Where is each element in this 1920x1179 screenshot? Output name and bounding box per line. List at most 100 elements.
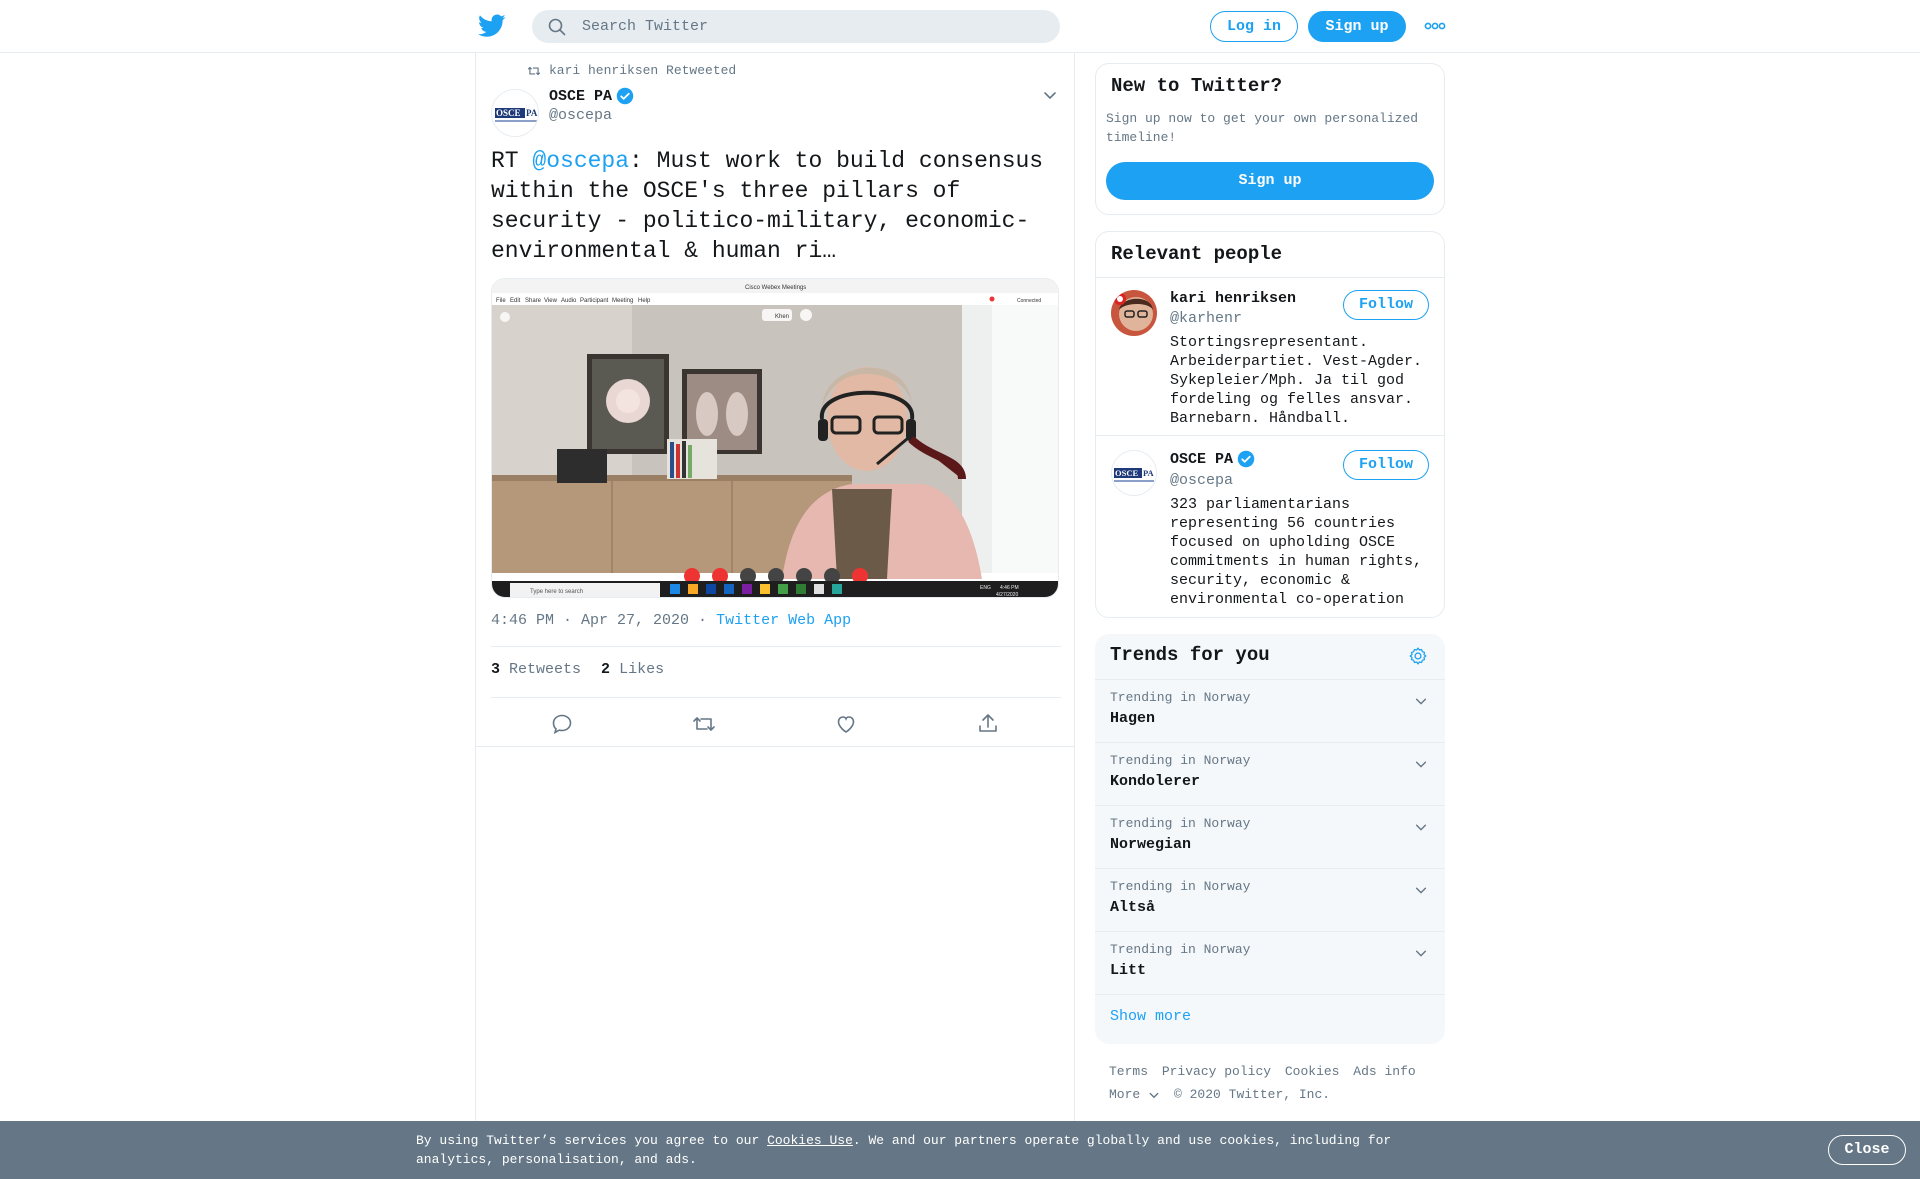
tweet-text: RT @oscepa: Must work to build consensus… bbox=[491, 146, 1061, 266]
trend-name: Norwegian bbox=[1110, 836, 1192, 853]
trend-label: Trending in Norway bbox=[1110, 879, 1251, 894]
person-bio: Stortingsrepresentant. Arbeiderpartiet. … bbox=[1170, 334, 1423, 427]
tweet-stats: 3 Retweets 2 Likes bbox=[491, 661, 664, 678]
chevron-down-icon[interactable] bbox=[1042, 87, 1058, 103]
relevant-people-card: Relevant people kari henriksen @karhenr … bbox=[1095, 231, 1445, 618]
chevron-down-icon[interactable] bbox=[1414, 883, 1428, 897]
likes-stat[interactable]: 2 Likes bbox=[601, 661, 664, 678]
footer-link-cookies[interactable]: Cookies bbox=[1285, 1064, 1340, 1079]
author-name: OSCE PA bbox=[549, 87, 613, 105]
retweets-stat[interactable]: 3 Retweets bbox=[491, 661, 581, 678]
signup-card-button[interactable]: Sign up bbox=[1106, 162, 1434, 200]
new-to-twitter-title: New to Twitter? bbox=[1111, 75, 1283, 97]
verified-icon bbox=[616, 87, 634, 105]
trend-label: Trending in Norway bbox=[1110, 942, 1251, 957]
profile-photo bbox=[1111, 290, 1157, 336]
footer-link-ads-info[interactable]: Ads info bbox=[1353, 1064, 1415, 1079]
follow-button[interactable]: Follow bbox=[1343, 450, 1429, 480]
svg-text:View: View bbox=[544, 298, 558, 304]
trend-name: Altså bbox=[1110, 899, 1156, 916]
webex-menu: File Edit Share View Audio Participant M… bbox=[496, 298, 651, 304]
author-name-row: OSCE PA bbox=[549, 87, 634, 105]
signup-button[interactable]: Sign up bbox=[1308, 11, 1406, 42]
trend-item[interactable]: Trending in Norway Norwegian bbox=[1095, 805, 1445, 868]
twitter-bird-icon[interactable] bbox=[478, 14, 506, 38]
like-icon[interactable] bbox=[834, 712, 858, 736]
share-icon[interactable] bbox=[976, 712, 1000, 736]
more-dots-icon[interactable] bbox=[1424, 20, 1446, 32]
avatar[interactable] bbox=[1111, 290, 1157, 336]
footer-more-label: More bbox=[1109, 1087, 1141, 1102]
retweet-icon bbox=[527, 66, 541, 75]
svg-text:Edit: Edit bbox=[510, 298, 521, 304]
svg-text:OSCE: OSCE bbox=[496, 108, 521, 118]
divider bbox=[1096, 435, 1444, 436]
divider bbox=[1095, 994, 1445, 995]
tweet-actions bbox=[491, 710, 1061, 740]
gear-icon[interactable] bbox=[1408, 646, 1428, 666]
avatar[interactable]: OSCE PA bbox=[1111, 450, 1157, 496]
person-handle: @oscepa bbox=[1170, 472, 1234, 489]
cookies-use-link[interactable]: Cookies Use bbox=[767, 1133, 853, 1148]
search-box[interactable] bbox=[532, 10, 1060, 43]
chevron-down-icon[interactable] bbox=[1414, 946, 1428, 960]
svg-text:Meeting: Meeting bbox=[612, 298, 633, 304]
osce-logo-icon: OSCE PA bbox=[492, 90, 538, 136]
person-name-row: OSCE PA bbox=[1170, 450, 1255, 468]
author-avatar[interactable]: OSCE PA bbox=[491, 89, 539, 137]
tweet-mention-link[interactable]: @oscepa bbox=[532, 148, 629, 174]
chevron-down-icon bbox=[1149, 1092, 1159, 1098]
search-input[interactable] bbox=[582, 10, 1042, 43]
svg-text:Khen: Khen bbox=[775, 314, 789, 320]
svg-text:Type here to search: Type here to search bbox=[530, 589, 583, 595]
divider bbox=[491, 646, 1061, 647]
svg-text:Audio: Audio bbox=[561, 298, 577, 304]
chevron-down-icon[interactable] bbox=[1414, 757, 1428, 771]
footer-link-privacy[interactable]: Privacy policy bbox=[1162, 1064, 1271, 1079]
close-cookie-button[interactable]: Close bbox=[1828, 1135, 1906, 1165]
trend-item[interactable]: Trending in Norway Altså bbox=[1095, 868, 1445, 931]
login-button[interactable]: Log in bbox=[1210, 11, 1298, 42]
trend-item[interactable]: Trending in Norway Hagen bbox=[1095, 679, 1445, 742]
top-bar: Log in Sign up bbox=[0, 0, 1920, 53]
trend-name: Kondolerer bbox=[1110, 773, 1201, 790]
trend-name: Hagen bbox=[1110, 710, 1156, 727]
person-item[interactable]: kari henriksen @karhenr Stortingsreprese… bbox=[1096, 290, 1444, 430]
cookie-banner: By using Twitter’s services you agree to… bbox=[0, 1121, 1920, 1179]
author-handle: @oscepa bbox=[549, 107, 613, 124]
trends-title: Trends for you bbox=[1110, 644, 1270, 666]
trend-item[interactable]: Trending in Norway Litt bbox=[1095, 931, 1445, 994]
relevant-people-title: Relevant people bbox=[1111, 243, 1283, 265]
trend-item[interactable]: Trending in Norway Kondolerer bbox=[1095, 742, 1445, 805]
verified-icon bbox=[1237, 450, 1255, 468]
divider bbox=[491, 697, 1061, 698]
tweet-media-image[interactable]: Cisco Webex Meetings File Edit Share Vie… bbox=[491, 278, 1059, 598]
likes-label: Likes bbox=[619, 661, 665, 678]
person-item[interactable]: OSCE PA OSCE PA @oscepa 323 parliamentar… bbox=[1096, 450, 1444, 610]
chevron-down-icon[interactable] bbox=[1414, 820, 1428, 834]
follow-button[interactable]: Follow bbox=[1343, 290, 1429, 320]
svg-text:4:46 PM: 4:46 PM bbox=[1000, 585, 1019, 591]
svg-text:PA: PA bbox=[1143, 468, 1155, 478]
show-more-link[interactable]: Show more bbox=[1110, 1008, 1191, 1025]
tweet-detail-column: kari henriksen Retweeted OSCE PA OSCE PA… bbox=[475, 53, 1075, 1122]
footer-more-button[interactable]: More bbox=[1109, 1083, 1160, 1106]
likes-count: 2 bbox=[601, 661, 611, 678]
new-to-twitter-subtitle: Sign up now to get your own personalized… bbox=[1106, 111, 1419, 145]
person-bio: 323 parliamentarians representing 56 cou… bbox=[1170, 496, 1423, 608]
tweet-timestamp[interactable]: 4:46 PM · Apr 27, 2020 bbox=[491, 612, 689, 629]
retweet-icon[interactable] bbox=[692, 712, 716, 736]
osce-logo-icon: OSCE PA bbox=[1112, 451, 1156, 495]
svg-text:Participant: Participant bbox=[580, 298, 609, 304]
tweet-author[interactable]: OSCE PA @oscepa bbox=[549, 87, 634, 124]
footer-links: Terms Privacy policy Cookies Ads info Mo… bbox=[1109, 1060, 1439, 1106]
trend-label: Trending in Norway bbox=[1110, 816, 1251, 831]
tweet-source-link[interactable]: Twitter Web App bbox=[716, 612, 851, 629]
chevron-down-icon[interactable] bbox=[1414, 694, 1428, 708]
video-call-photo: Cisco Webex Meetings File Edit Share Vie… bbox=[492, 279, 1058, 597]
svg-text:Help: Help bbox=[638, 298, 651, 304]
retweet-context[interactable]: kari henriksen Retweeted bbox=[527, 63, 736, 78]
footer-link-terms[interactable]: Terms bbox=[1109, 1064, 1148, 1079]
reply-icon[interactable] bbox=[550, 712, 574, 736]
divider bbox=[1096, 277, 1444, 278]
